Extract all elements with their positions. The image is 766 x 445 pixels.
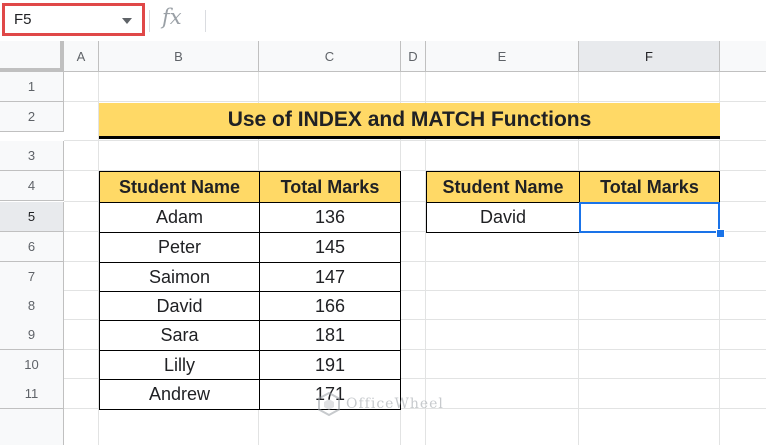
row-header-5[interactable]: 5 bbox=[0, 202, 64, 232]
row-header-10[interactable]: 10 bbox=[0, 350, 64, 380]
row-header-9[interactable]: 9 bbox=[0, 320, 64, 350]
table1-cell-name[interactable]: Adam bbox=[99, 202, 260, 233]
fill-handle[interactable] bbox=[716, 229, 725, 238]
name-box-value: F5 bbox=[14, 11, 32, 28]
table1-cell-marks[interactable]: 145 bbox=[259, 232, 401, 263]
table1-cell-name[interactable]: Lilly bbox=[99, 350, 260, 380]
column-header-b[interactable]: B bbox=[99, 41, 259, 72]
divider bbox=[149, 10, 150, 32]
column-header-a[interactable]: A bbox=[64, 41, 99, 72]
watermark: OfficeWheel bbox=[318, 392, 444, 416]
table1-cell-name[interactable]: Sara bbox=[99, 320, 260, 351]
table1-cell-name[interactable]: Andrew bbox=[99, 379, 260, 410]
fx-icon: fx bbox=[162, 5, 182, 29]
table1-header-total-marks[interactable]: Total Marks bbox=[259, 171, 401, 203]
table1-cell-name[interactable]: Peter bbox=[99, 232, 260, 263]
row-header-4[interactable]: 4 bbox=[0, 171, 64, 201]
watermark-text: OfficeWheel bbox=[346, 396, 444, 412]
column-header-e[interactable]: E bbox=[426, 41, 579, 72]
row-header-6[interactable]: 6 bbox=[0, 232, 64, 262]
table1-cell-marks[interactable]: 147 bbox=[259, 262, 401, 292]
table2-cell-name[interactable]: David bbox=[426, 202, 580, 233]
officewheel-logo-icon bbox=[318, 392, 340, 416]
table1-cell-marks[interactable]: 136 bbox=[259, 202, 401, 233]
table2-header-student-name[interactable]: Student Name bbox=[426, 171, 580, 203]
formula-bar: F5 fx bbox=[0, 0, 766, 42]
select-all-corner[interactable] bbox=[0, 41, 64, 72]
row-header-8[interactable]: 8 bbox=[0, 291, 64, 321]
sheet-title[interactable]: Use of INDEX and MATCH Functions bbox=[99, 103, 720, 139]
row-header-empty bbox=[0, 409, 64, 445]
table1-header-student-name[interactable]: Student Name bbox=[99, 171, 260, 203]
gridline bbox=[64, 140, 766, 141]
row-header-2[interactable]: 2 bbox=[0, 102, 64, 132]
table1-cell-marks[interactable]: 166 bbox=[259, 291, 401, 321]
row-header-11[interactable]: 11 bbox=[0, 379, 64, 409]
divider bbox=[205, 10, 206, 32]
chevron-down-icon[interactable] bbox=[122, 18, 132, 24]
active-cell-f5[interactable] bbox=[579, 202, 720, 233]
table1-cell-name[interactable]: Saimon bbox=[99, 262, 260, 292]
column-header-empty bbox=[720, 41, 766, 72]
table1-cell-name[interactable]: David bbox=[99, 291, 260, 321]
row-header-3[interactable]: 3 bbox=[0, 141, 64, 171]
column-header-c[interactable]: C bbox=[259, 41, 401, 72]
row-header-7[interactable]: 7 bbox=[0, 262, 64, 292]
table1-cell-marks[interactable]: 191 bbox=[259, 350, 401, 380]
formula-input[interactable] bbox=[214, 8, 758, 34]
table2-header-total-marks[interactable]: Total Marks bbox=[579, 171, 720, 203]
table1-cell-marks[interactable]: 181 bbox=[259, 320, 401, 351]
gridline bbox=[64, 101, 766, 102]
column-header-d[interactable]: D bbox=[401, 41, 426, 72]
column-header-f[interactable]: F bbox=[579, 41, 720, 72]
name-box[interactable]: F5 bbox=[2, 3, 145, 36]
row-header-1[interactable]: 1 bbox=[0, 72, 64, 102]
